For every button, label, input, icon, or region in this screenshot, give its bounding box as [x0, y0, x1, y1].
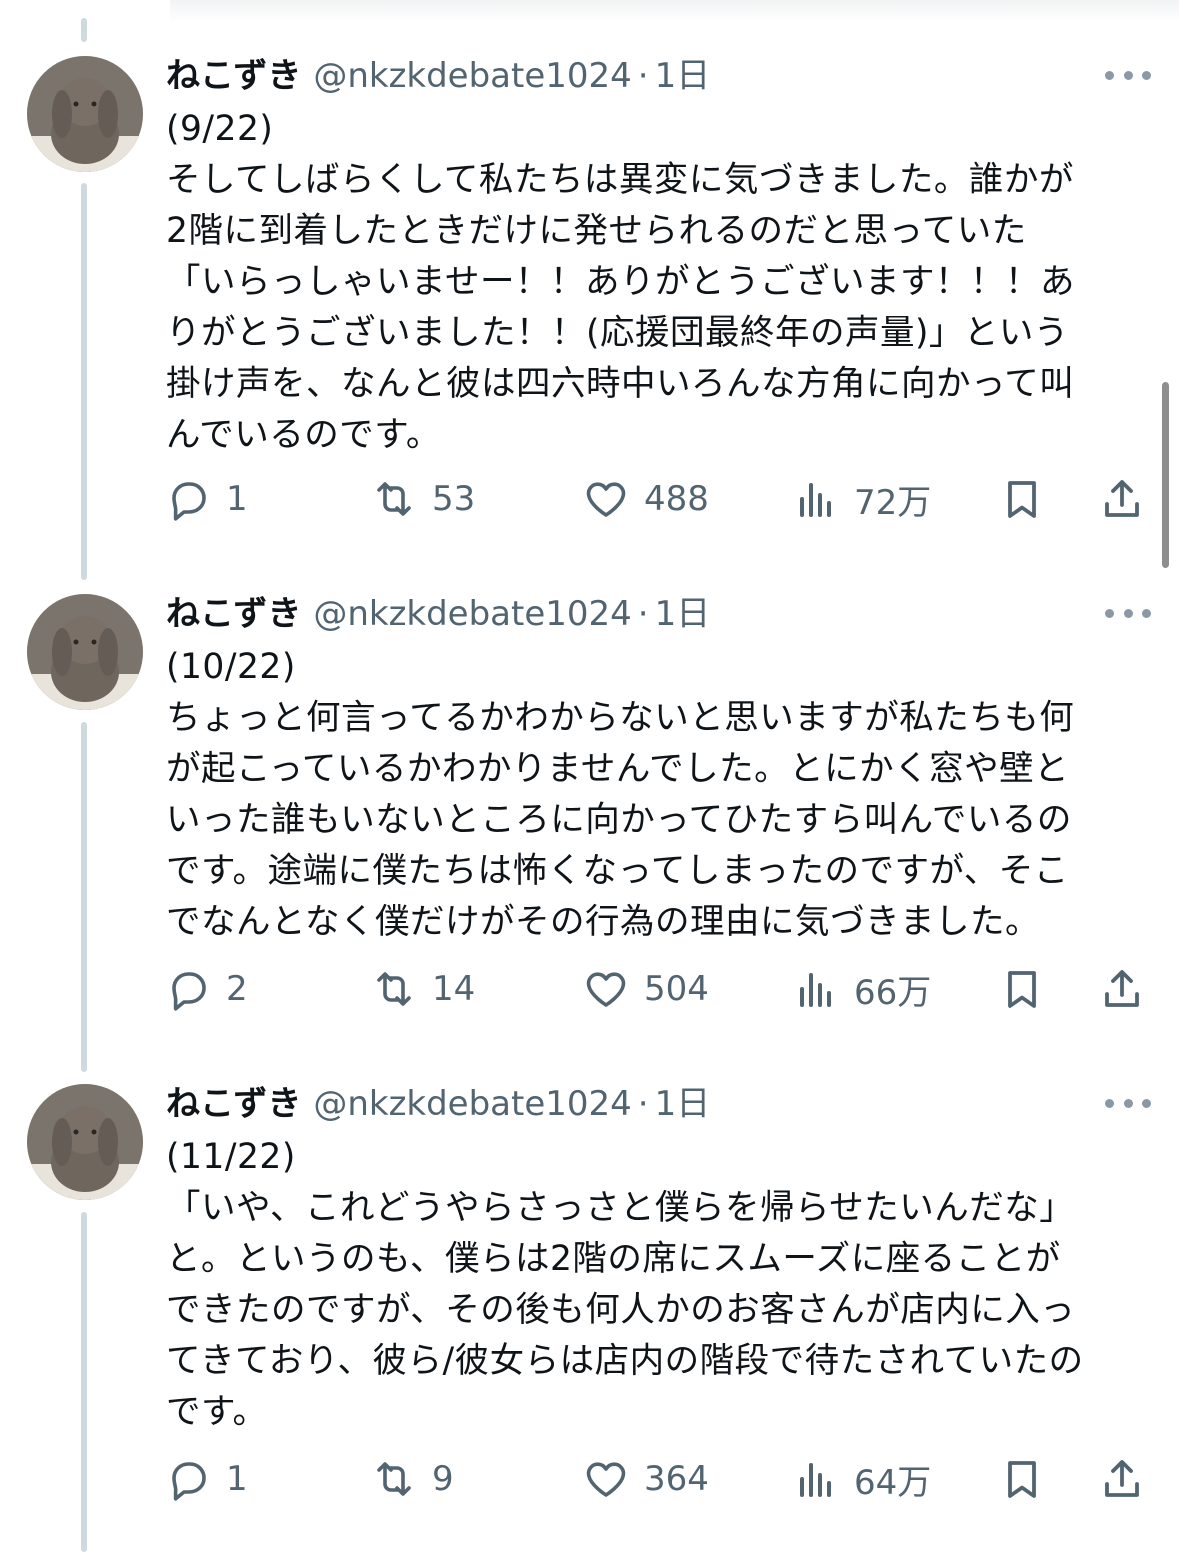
repost-icon — [377, 1462, 411, 1496]
reply-count: 1 — [226, 479, 248, 519]
display-name[interactable]: ねこずき — [166, 1084, 301, 1124]
avatar[interactable] — [27, 594, 143, 710]
like-button[interactable]: 504 — [582, 959, 709, 1019]
reply-icon — [172, 482, 206, 521]
tweet-text-line: ちょっと何言ってるかわからないと思いますが私たちも何 — [166, 698, 1075, 738]
bookmark-button[interactable] — [998, 959, 1046, 1019]
reply-icon — [172, 972, 206, 1011]
thread-line — [81, 18, 87, 42]
views-icon — [800, 483, 831, 517]
tweet-text-line: (9/22) — [166, 109, 274, 149]
tweet-header: ねこずき @nkzkdebate1024 · 1日 — [166, 1084, 710, 1124]
repost-icon — [377, 482, 411, 516]
bookmark-button[interactable] — [998, 1449, 1046, 1509]
tweet-text-line: と。というのも、僕らは2階の席にスムーズに座ることが — [166, 1239, 1061, 1279]
tweet-text-line: です。 — [166, 1392, 268, 1432]
views-button[interactable]: 66万 — [792, 959, 931, 1019]
tweet-text-line: そしてしばらくして私たちは異変に気づきました。誰かが — [166, 160, 1074, 200]
tweet-text-line: りがとうございました！！(応援団最終年の声量)」という — [166, 313, 1069, 353]
repost-count: 14 — [432, 969, 476, 1009]
view-count: 66万 — [854, 972, 932, 1013]
repost-count: 9 — [432, 1459, 454, 1499]
previous-tweet-edge — [170, 0, 1179, 22]
views-icon — [800, 973, 831, 1007]
tweet-text-line: 「いや、これどうやらさっさと僕らを帰らせたいんだな」 — [166, 1188, 1075, 1228]
more-icon[interactable] — [1105, 1088, 1151, 1118]
tweet-text-line: (10/22) — [166, 647, 296, 687]
share-button[interactable] — [1098, 959, 1146, 1019]
reply-button[interactable]: 1 — [164, 1449, 248, 1509]
tweet-text-line: が起こっているかわかりませんでした。とにかく窓や壁と — [166, 749, 1070, 789]
like-count: 504 — [644, 969, 709, 1009]
heart-icon — [586, 482, 626, 517]
action-bar: 1 9 364 64万 — [0, 1449, 1179, 1509]
like-count: 364 — [644, 1459, 709, 1499]
tweet-text: (11/22) 「いや、これどうやらさっさと僕らを帰らせたいんだな」 と。という… — [166, 1132, 1156, 1438]
reply-count: 1 — [226, 1459, 248, 1499]
tweet-text: (10/22) ちょっと何言ってるかわからないと思いますが私たちも何 が起こって… — [166, 642, 1156, 948]
like-button[interactable]: 364 — [582, 1449, 709, 1509]
tweet-text: (9/22) そしてしばらくして私たちは異変に気づきました。誰かが 2階に到着し… — [166, 104, 1156, 461]
timestamp[interactable]: 1日 — [655, 594, 711, 634]
share-icon — [1105, 970, 1139, 1007]
view-count: 64万 — [854, 1462, 932, 1503]
view-count: 72万 — [854, 482, 932, 523]
action-bar: 1 53 488 72万 — [0, 469, 1179, 529]
tweet-text-line: 「いらっしゃいませー！！ありがとうございます！！！あ — [166, 262, 1075, 302]
views-button[interactable]: 64万 — [792, 1449, 931, 1509]
repost-button[interactable]: 53 — [370, 469, 475, 529]
display-name[interactable]: ねこずき — [166, 594, 301, 634]
timestamp[interactable]: 1日 — [655, 1084, 711, 1124]
thread-line — [81, 722, 87, 1072]
separator-dot: · — [637, 1084, 649, 1124]
reply-icon — [172, 1462, 206, 1501]
user-handle[interactable]: @nkzkdebate1024 — [313, 594, 631, 634]
timestamp[interactable]: 1日 — [655, 56, 711, 96]
tweet-header: ねこずき @nkzkdebate1024 · 1日 — [166, 594, 710, 634]
share-button[interactable] — [1098, 469, 1146, 529]
display-name[interactable]: ねこずき — [166, 56, 301, 96]
avatar[interactable] — [27, 56, 143, 172]
bookmark-icon — [1008, 971, 1036, 1008]
action-bar: 2 14 504 66万 — [0, 959, 1179, 1019]
more-icon[interactable] — [1105, 598, 1151, 628]
tweet-text-line: 2階に到着したときだけに発せられるのだと思っていた — [166, 211, 1027, 251]
views-button[interactable]: 72万 — [792, 469, 931, 529]
separator-dot: · — [637, 594, 649, 634]
tweet-text-line: てきており、彼ら/彼女らは店内の階段で待たされていたの — [166, 1341, 1084, 1381]
avatar[interactable] — [27, 1084, 143, 1200]
like-count: 488 — [644, 479, 709, 519]
tweet-text-line: です。途端に僕たちは怖くなってしまったのですが、そこ — [166, 851, 1069, 891]
tweet-text-line: んでいるのです。 — [166, 415, 441, 455]
tweet-header: ねこずき @nkzkdebate1024 · 1日 — [166, 56, 710, 96]
user-handle[interactable]: @nkzkdebate1024 — [313, 1084, 631, 1124]
heart-icon — [586, 1462, 626, 1497]
tweet-text-line: いった誰もいないところに向かってひたすら叫んでいるの — [166, 800, 1072, 840]
user-handle[interactable]: @nkzkdebate1024 — [313, 56, 631, 96]
share-icon — [1105, 480, 1139, 517]
like-button[interactable]: 488 — [582, 469, 709, 529]
repost-button[interactable]: 14 — [370, 959, 475, 1019]
tweet-text-line: 掛け声を、なんと彼は四六時中いろんな方角に向かって叫 — [166, 364, 1075, 404]
separator-dot: · — [637, 56, 649, 96]
reply-button[interactable]: 1 — [164, 469, 248, 529]
repost-button[interactable]: 9 — [370, 1449, 454, 1509]
tweet-text-line: でなんとなく僕だけがその行為の理由に気づきました。 — [166, 902, 1040, 942]
tweet-text-line: できたのですが、その後も何人かのお客さんが店内に入っ — [166, 1290, 1076, 1330]
bookmark-button[interactable] — [998, 469, 1046, 529]
bookmark-icon — [1008, 1461, 1036, 1498]
heart-icon — [586, 972, 626, 1007]
more-icon[interactable] — [1105, 60, 1151, 90]
tweet-text-line: (11/22) — [166, 1137, 296, 1177]
repost-icon — [377, 972, 411, 1006]
reply-count: 2 — [226, 969, 248, 1009]
reply-button[interactable]: 2 — [164, 959, 248, 1019]
views-icon — [800, 1463, 831, 1497]
bookmark-icon — [1008, 481, 1036, 518]
share-icon — [1105, 1460, 1139, 1497]
repost-count: 53 — [432, 479, 476, 519]
share-button[interactable] — [1098, 1449, 1146, 1509]
